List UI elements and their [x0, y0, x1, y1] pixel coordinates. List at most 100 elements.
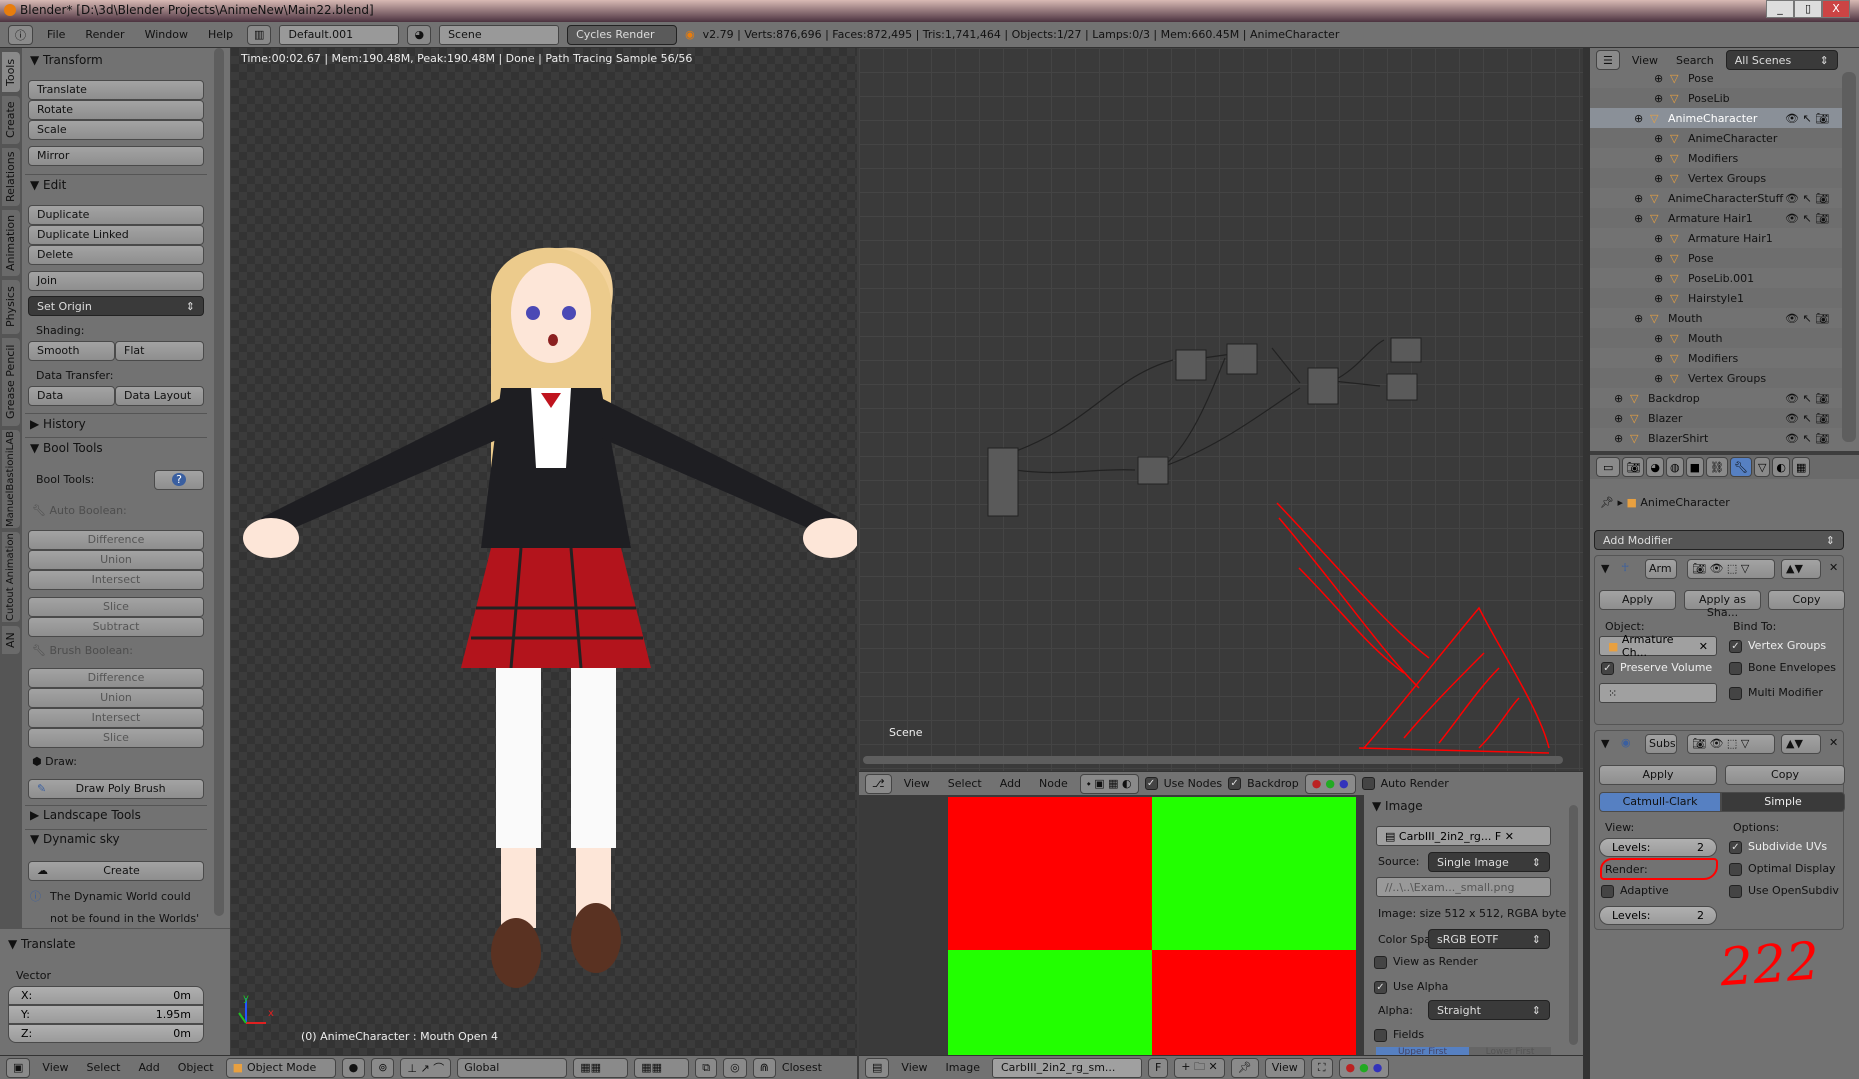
- menu-view[interactable]: View: [36, 1061, 74, 1074]
- outliner-row[interactable]: ⊕ ▽ AnimeCharacter: [1590, 128, 1845, 148]
- expand-icon[interactable]: ⊕: [1654, 372, 1670, 385]
- auto-render-checkbox[interactable]: Auto Render: [1361, 777, 1449, 791]
- panel-scrollbar[interactable]: [1569, 805, 1578, 1045]
- viewport-shading-select[interactable]: ●: [341, 1057, 366, 1078]
- outliner-row[interactable]: ⊕ ▽ BlazerShirt 👁︎ ↖ 📷︎: [1590, 428, 1845, 448]
- render-engine-select[interactable]: Cycles Render: [567, 24, 678, 45]
- modifier-name-field[interactable]: Arm: [1645, 559, 1677, 579]
- tab-constraints-icon[interactable]: ⛓: [1706, 457, 1728, 477]
- menu-add[interactable]: Add: [994, 777, 1027, 790]
- source-select[interactable]: Single Image ⇕: [1428, 852, 1550, 872]
- modifier-visibility-toggles[interactable]: 📷︎ 👁︎ ⬚ ▽: [1687, 559, 1775, 579]
- outliner-row[interactable]: ⊕ ▽ Armature Hair1: [1590, 228, 1845, 248]
- backdrop-channels-icons[interactable]: ● ● ●: [1304, 773, 1356, 794]
- tab-animation[interactable]: Animation: [2, 210, 20, 276]
- menu-view[interactable]: View: [898, 777, 936, 790]
- view-levels-field[interactable]: Levels: 2: [1599, 838, 1717, 857]
- layers-grid-2[interactable]: ▦▦: [634, 1057, 690, 1078]
- panel-translate-header[interactable]: ▼ Translate: [8, 937, 76, 951]
- snap-icon[interactable]: ⋒: [752, 1057, 776, 1078]
- close-button[interactable]: X: [1822, 0, 1850, 18]
- expand-icon[interactable]: ⊕: [1654, 172, 1670, 185]
- screen-layout-field[interactable]: Default.001: [279, 24, 400, 45]
- join-button[interactable]: Join: [28, 271, 204, 291]
- render-levels-field[interactable]: Levels: 2: [1599, 906, 1717, 925]
- restore-button[interactable]: ▯: [1794, 0, 1822, 18]
- upper-first-toggle[interactable]: Upper First: [1376, 1047, 1469, 1055]
- fields-checkbox[interactable]: Fields: [1374, 1028, 1424, 1042]
- modifier-visibility-toggles[interactable]: 📷︎ 👁︎ ⬚ ▽: [1687, 734, 1775, 754]
- editor-type-3d-view-icon[interactable]: ▣: [6, 1057, 31, 1078]
- brush-intersect-button[interactable]: Intersect: [28, 708, 204, 728]
- tab-manuelbastionilab[interactable]: ManuelBastioniLAB: [2, 430, 20, 528]
- view-mode-select[interactable]: View: [1264, 1057, 1305, 1078]
- proportional-edit-icon[interactable]: ◎: [723, 1057, 747, 1078]
- outliner-row[interactable]: ⊕ ▽ PoseLib: [1590, 88, 1845, 108]
- backdrop-checkbox[interactable]: ✓ Backdrop: [1228, 777, 1299, 791]
- apply-button[interactable]: Apply: [1599, 590, 1676, 610]
- outliner-row[interactable]: ⊕ ▽ Hairstyle1: [1590, 288, 1845, 308]
- simple-toggle[interactable]: Simple: [1721, 792, 1845, 812]
- menu-render[interactable]: Render: [79, 28, 130, 41]
- panel-edit-header[interactable]: ▼ Edit: [30, 178, 66, 192]
- brush-union-button[interactable]: Union: [28, 688, 204, 708]
- image-actions-icons[interactable]: + 🗀︎ ✕: [1174, 1057, 1225, 1078]
- outliner-row[interactable]: ⊕ ▽ PoseLib.001: [1590, 268, 1845, 288]
- menu-object[interactable]: Object: [172, 1061, 220, 1074]
- move-up-down-buttons[interactable]: ▲▼: [1781, 734, 1821, 754]
- optimal-display-checkbox[interactable]: Optimal Display: [1729, 862, 1836, 876]
- expand-icon[interactable]: ⊕: [1654, 332, 1670, 345]
- tab-tools[interactable]: Tools: [2, 52, 20, 92]
- fake-user-button[interactable]: F: [1147, 1057, 1169, 1078]
- menu-view[interactable]: View: [1626, 54, 1664, 67]
- toolshelf-scrollbar[interactable]: [214, 48, 224, 916]
- orientation-select[interactable]: Global: [457, 1057, 568, 1078]
- tab-render-icon[interactable]: 📷︎: [1622, 457, 1645, 477]
- panel-transform-header[interactable]: ▼ Transform: [30, 53, 103, 67]
- mirror-button[interactable]: Mirror: [28, 146, 204, 166]
- panel-dynamic-sky-header[interactable]: ▼ Dynamic sky: [30, 832, 120, 846]
- snap-target[interactable]: Closest: [782, 1061, 822, 1074]
- expand-icon[interactable]: ⊕: [1654, 232, 1670, 245]
- expand-icon[interactable]: ⊕: [1654, 92, 1670, 105]
- area-divider[interactable]: [1583, 48, 1590, 1079]
- menu-node[interactable]: Node: [1033, 777, 1074, 790]
- visibility-select-render-icons[interactable]: 👁︎ ↖ 📷︎: [1785, 312, 1829, 325]
- auto-difference-button[interactable]: Difference: [28, 530, 204, 550]
- fake-user-toggle[interactable]: F: [1495, 830, 1501, 843]
- panel-landscape-tools-header[interactable]: ▶ Landscape Tools: [30, 808, 141, 822]
- editor-type-info-icon[interactable]: ⓘ: [8, 24, 33, 45]
- node-editor-scrollbar[interactable]: [863, 756, 1563, 764]
- panel-bool-tools-header[interactable]: ▼ Bool Tools: [30, 441, 103, 455]
- use-nodes-checkbox[interactable]: ✓ Use Nodes: [1144, 777, 1222, 791]
- tab-relations[interactable]: Relations: [2, 148, 20, 206]
- tab-an[interactable]: AN: [2, 626, 20, 654]
- outliner-row[interactable]: ⊕ ▽ Pose: [1590, 72, 1845, 88]
- flat-button[interactable]: Flat: [115, 341, 204, 361]
- tab-create[interactable]: Create: [2, 96, 20, 144]
- adaptive-checkbox[interactable]: Adaptive: [1601, 884, 1669, 898]
- expand-icon[interactable]: ⊕: [1654, 72, 1670, 85]
- tab-scene-icon[interactable]: ◕: [1646, 457, 1664, 477]
- move-up-down-buttons[interactable]: ▲▼: [1781, 559, 1821, 579]
- subdivide-uvs-checkbox[interactable]: ✓ Subdivide UVs: [1729, 840, 1827, 854]
- 3d-viewport[interactable]: Time:00:02.67 | Mem:190.48M, Peak:190.48…: [231, 48, 857, 1055]
- menu-window[interactable]: Window: [139, 28, 194, 41]
- data-layout-button[interactable]: Data Layout: [115, 386, 204, 406]
- delete-button[interactable]: Delete: [28, 245, 204, 265]
- visibility-select-render-icons[interactable]: 👁︎ ↖ 📷︎: [1785, 212, 1829, 225]
- expand-icon[interactable]: ⊕: [1614, 412, 1630, 425]
- outliner-row[interactable]: ⊕ ▽ Backdrop 👁︎ ↖ 📷︎: [1590, 388, 1845, 408]
- use-opensubdiv-checkbox[interactable]: Use OpenSubdiv: [1729, 884, 1839, 898]
- set-origin-select[interactable]: Set Origin ⇕: [28, 296, 204, 316]
- menu-help[interactable]: Help: [202, 28, 239, 41]
- copy-button[interactable]: Copy: [1725, 765, 1845, 785]
- expand-icon[interactable]: ⊕: [1654, 352, 1670, 365]
- layers-grid-1[interactable]: ▦▦: [573, 1057, 629, 1078]
- lock-layers-icon[interactable]: ⧉: [695, 1057, 718, 1078]
- bone-envelopes-checkbox[interactable]: Bone Envelopes: [1729, 661, 1836, 675]
- outliner-scrollbar[interactable]: [1842, 72, 1856, 442]
- preserve-volume-checkbox[interactable]: ✓ Preserve Volume: [1601, 661, 1712, 675]
- modifier-name-field[interactable]: Subs: [1645, 734, 1677, 754]
- panel-history-header[interactable]: ▶ History: [30, 417, 86, 431]
